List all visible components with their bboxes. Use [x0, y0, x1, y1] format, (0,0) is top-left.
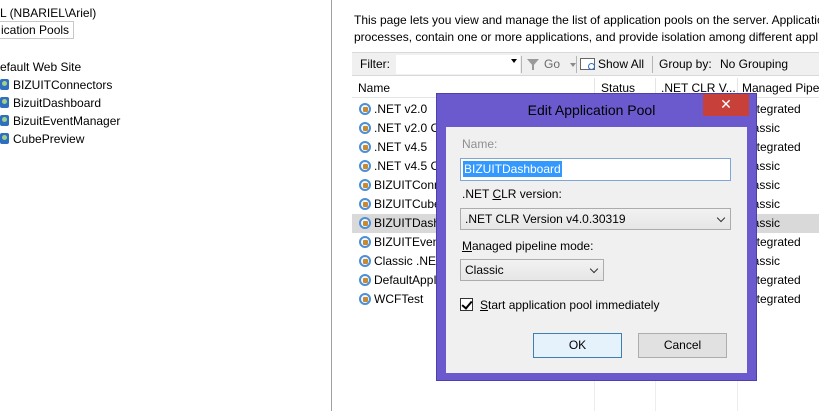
app-pool-icon: [359, 236, 372, 249]
cancel-button[interactable]: Cancel: [638, 333, 727, 358]
pool-pipeline-mode: lassic: [750, 178, 781, 192]
app-pool-icon: [359, 179, 372, 192]
mode-label-part: anaged pipeline mode:: [472, 239, 594, 253]
tree-app-label: CubePreview: [13, 132, 85, 146]
pool-pipeline-mode: ntegrated: [750, 292, 801, 306]
toolbar-divider: [576, 56, 577, 73]
show-all-button[interactable]: Show All: [598, 57, 644, 71]
tree-app-pools-node[interactable]: ication Pools: [0, 21, 75, 39]
close-icon: ✕: [720, 96, 732, 112]
pipeline-mode-label: Managed pipeline mode:: [462, 239, 593, 253]
tree-app-pools-label: ication Pools: [1, 23, 70, 37]
tree-server-label: L (NBARIEL\Ariel): [0, 6, 97, 20]
pool-pipeline-mode: lassic: [750, 159, 781, 173]
go-button[interactable]: Go: [544, 57, 560, 71]
clr-version-value: .NET CLR Version v4.0.30319: [465, 212, 626, 226]
start-label-part: tart application pool immediately: [488, 298, 660, 312]
app-pool-icon: [359, 141, 372, 154]
tree-app-item[interactable]: BIZUITConnectors: [0, 76, 112, 94]
show-all-icon: [580, 58, 595, 70]
pool-pipeline-mode: lassic: [750, 216, 781, 230]
web-app-icon: [0, 115, 10, 127]
chevron-down-icon: [589, 264, 599, 274]
pool-pipeline-mode: lassic: [750, 121, 781, 135]
group-by-label: Group by:: [659, 57, 712, 71]
tree-app-label: BizuitDashboard: [13, 96, 102, 110]
filter-label: Filter:: [360, 57, 390, 71]
pool-pipeline-mode: lassic: [750, 254, 781, 268]
app-pool-icon: [359, 274, 372, 287]
web-app-icon: [0, 133, 10, 145]
filter-input[interactable]: [396, 55, 520, 74]
start-immediately-checkbox[interactable]: [460, 298, 473, 311]
tree-app-item[interactable]: BizuitDashboard: [0, 94, 101, 112]
tree-app-item[interactable]: CubePreview: [0, 130, 84, 148]
tree-app-label: BIZUITConnectors: [13, 78, 113, 92]
pool-pipeline-mode: ntegrated: [750, 102, 801, 116]
app-pool-icon: [359, 217, 372, 230]
pool-pipeline-mode: ntegrated: [750, 273, 801, 287]
funnel-icon: [527, 58, 539, 70]
app-pool-icon: [359, 103, 372, 116]
dialog-body: Name: BIZUITDashboard .NET CLR version: …: [446, 127, 747, 373]
description-line: processes, contain one or more applicati…: [354, 30, 819, 44]
clr-version-label: .NET CLR version:: [462, 187, 562, 201]
name-field-value: BIZUITDashboard: [463, 161, 562, 177]
toolbar-divider: [521, 56, 522, 73]
pipeline-mode-select[interactable]: Classic: [460, 259, 604, 281]
tree-app-item[interactable]: BizuitEventManager: [0, 112, 120, 130]
clr-version-select[interactable]: .NET CLR Version v4.0.30319: [460, 208, 731, 230]
edit-application-pool-dialog: Edit Application Pool ✕ Name: BIZUITDash…: [436, 93, 757, 381]
start-immediately-label[interactable]: Start application pool immediately: [480, 298, 659, 312]
mode-label-accelerator: M: [462, 239, 472, 253]
pool-pipeline-mode: ntegrated: [750, 140, 801, 154]
page-description: This page lets you view and manage the l…: [354, 12, 819, 46]
app-pool-icon: [359, 198, 372, 211]
name-field[interactable]: BIZUITDashboard: [460, 158, 731, 181]
tree-default-site-node[interactable]: efault Web Site: [0, 58, 81, 76]
description-line: This page lets you view and manage the l…: [354, 13, 819, 27]
app-pool-icon: [359, 122, 372, 135]
clr-label-part: LR version:: [501, 187, 562, 201]
start-label-accelerator: S: [480, 298, 489, 312]
toolbar-divider: [652, 56, 653, 73]
connections-tree: L (NBARIEL\Ariel) ication Pools efault W…: [0, 0, 332, 411]
clr-label-accelerator: C: [492, 187, 502, 201]
dialog-close-button[interactable]: ✕: [703, 94, 749, 116]
filter-dropdown-arrow-icon[interactable]: [511, 59, 517, 63]
name-label: Name:: [462, 137, 498, 151]
clr-label-part: .NET: [462, 187, 493, 201]
group-by-dropdown[interactable]: No Grouping: [720, 57, 788, 71]
web-app-icon: [0, 97, 10, 109]
web-app-icon: [0, 79, 10, 91]
pool-pipeline-mode: ntegrated: [750, 235, 801, 249]
app-pool-icon: [359, 255, 372, 268]
tree-default-site-label: efault Web Site: [0, 60, 82, 74]
pipeline-mode-value: Classic: [465, 263, 504, 277]
ok-button[interactable]: OK: [533, 333, 622, 358]
column-name-header[interactable]: Name: [358, 81, 390, 95]
chevron-down-icon: [716, 213, 726, 223]
tree-app-label: BizuitEventManager: [13, 114, 121, 128]
app-pool-icon: [359, 293, 372, 306]
app-pool-icon: [359, 160, 372, 173]
pool-pipeline-mode: lassic: [750, 197, 781, 211]
tree-server-node[interactable]: L (NBARIEL\Ariel): [0, 4, 96, 22]
filter-toolbar: Filter: Go Show All Group by: No Groupin…: [352, 52, 819, 76]
